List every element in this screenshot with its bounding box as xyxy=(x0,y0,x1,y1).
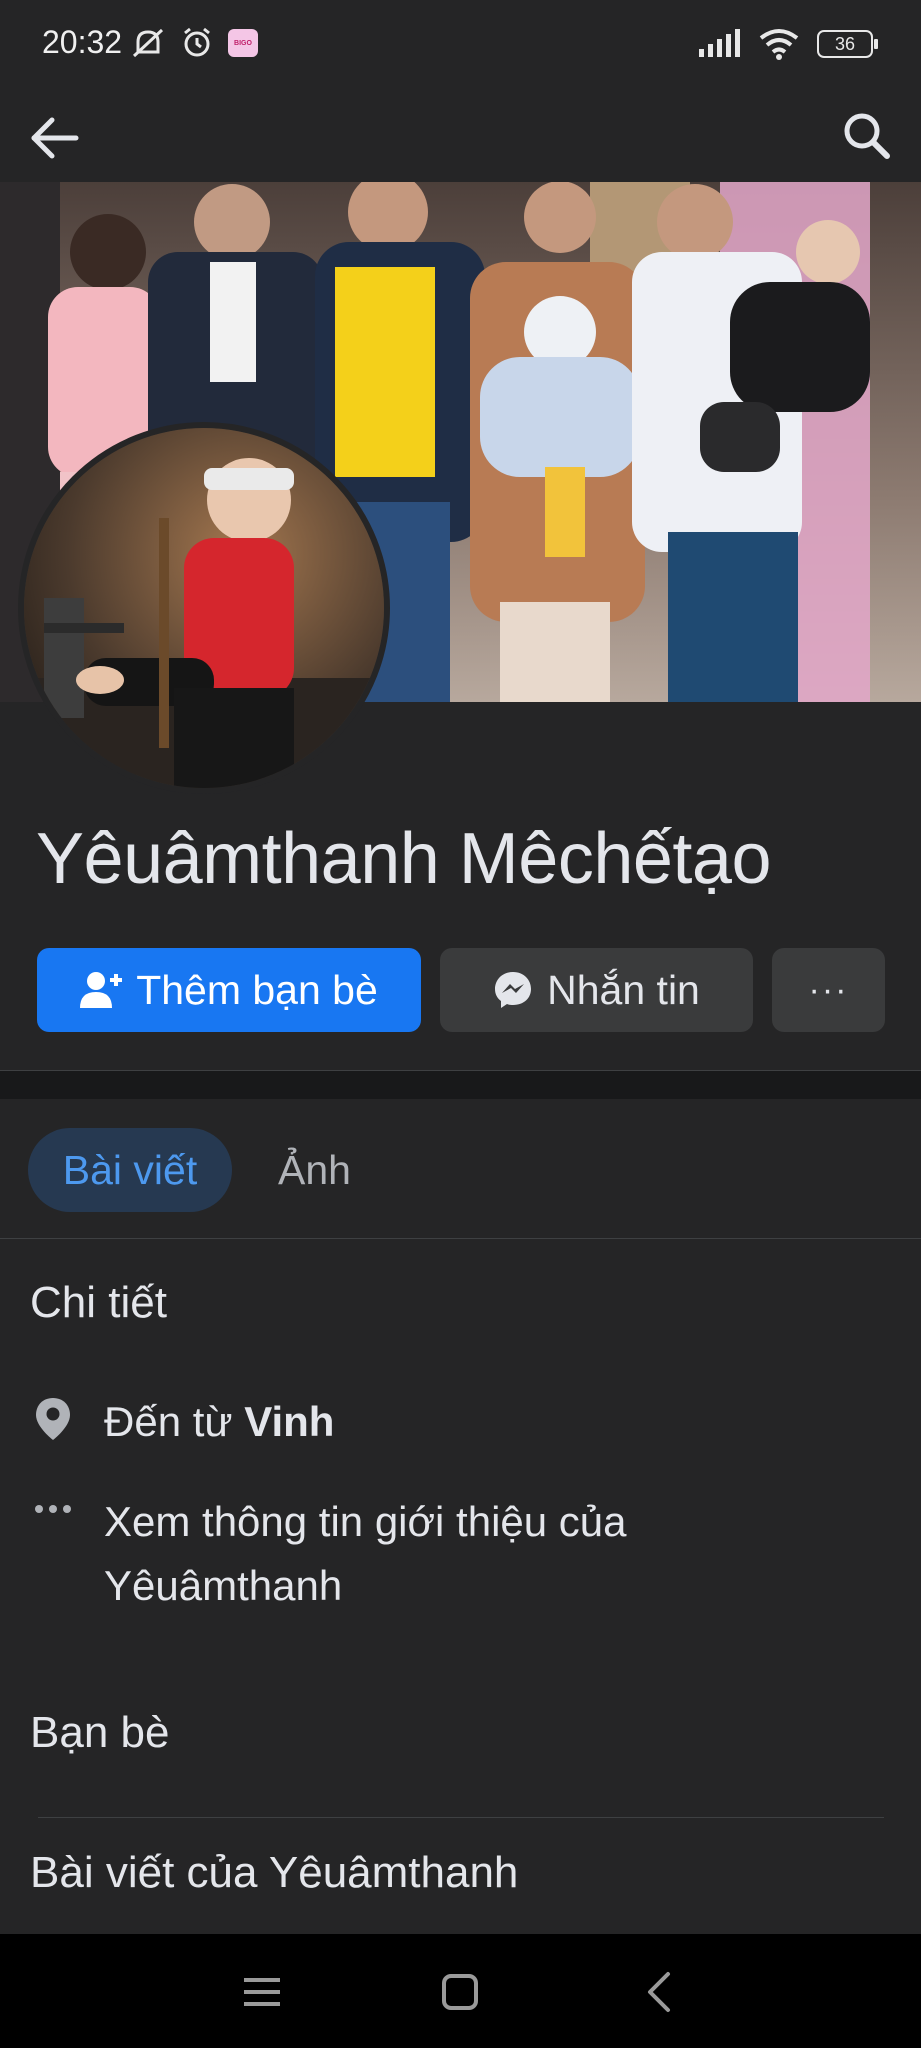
battery-level: 36 xyxy=(834,33,856,54)
status-bar: 20:32 BIGO 36 xyxy=(0,0,921,90)
friends-title: Bạn bè xyxy=(30,1708,170,1757)
top-app-bar xyxy=(0,90,921,182)
search-icon[interactable] xyxy=(839,108,895,164)
profile-tabs: Bài viết Ảnh xyxy=(0,1098,921,1239)
detail-see-about[interactable]: Xem thông tin giới thiệu của Yêuâmthanh xyxy=(30,1490,627,1618)
detail-hometown: Đến từ Vinh xyxy=(30,1390,334,1454)
status-icons-right: 36 xyxy=(697,28,878,60)
menu-icon[interactable] xyxy=(240,1970,284,2014)
details-title: Chi tiết xyxy=(30,1278,167,1327)
see-about-name: Yêuâmthanh xyxy=(104,1562,343,1609)
message-button[interactable]: Nhắn tin xyxy=(440,948,753,1032)
tab-photos[interactable]: Ảnh xyxy=(262,1128,367,1212)
add-friend-button[interactable]: Thêm bạn bè xyxy=(37,948,421,1032)
wifi-icon xyxy=(759,29,799,60)
hometown-place[interactable]: Vinh xyxy=(244,1398,334,1445)
status-time: 20:32 xyxy=(42,24,123,60)
system-nav-bar xyxy=(0,1934,921,2048)
add-friend-label: Thêm bạn bè xyxy=(136,966,378,1013)
location-pin-icon xyxy=(36,1398,70,1440)
mute-bell-icon xyxy=(132,28,164,58)
more-options-button[interactable]: ··· xyxy=(772,948,885,1032)
back-nav-icon[interactable] xyxy=(638,1970,682,2014)
signal-icon xyxy=(699,29,740,57)
see-about-text[interactable]: Xem thông tin giới thiệu của Yêuâmthanh xyxy=(104,1490,627,1618)
tab-posts[interactable]: Bài viết xyxy=(28,1128,232,1212)
avatar-image xyxy=(24,428,384,788)
person-add-icon xyxy=(80,972,123,1008)
app-badge-icon: BIGO xyxy=(228,29,258,57)
hometown-prefix: Đến từ xyxy=(104,1398,233,1445)
more-dots-icon xyxy=(35,1505,71,1513)
status-icons-left: BIGO xyxy=(130,26,258,60)
see-about-label: Xem thông tin giới thiệu của xyxy=(104,1498,627,1545)
profile-avatar[interactable] xyxy=(18,422,390,794)
more-dots-icon: ··· xyxy=(808,970,849,1009)
friends-divider xyxy=(38,1817,884,1818)
message-label: Nhắn tin xyxy=(547,966,700,1013)
battery-icon: 36 xyxy=(817,30,878,58)
messenger-icon xyxy=(495,972,532,1008)
home-icon[interactable] xyxy=(438,1970,482,2014)
arrow-left-icon[interactable] xyxy=(28,110,84,166)
hometown-text: Đến từ Vinh xyxy=(104,1390,334,1454)
alarm-icon xyxy=(184,27,210,57)
section-divider xyxy=(0,1070,921,1099)
profile-name: Yêuâmthanh Mêchếtạo xyxy=(36,819,772,899)
posts-title: Bài viết của Yêuâmthanh xyxy=(30,1848,519,1897)
